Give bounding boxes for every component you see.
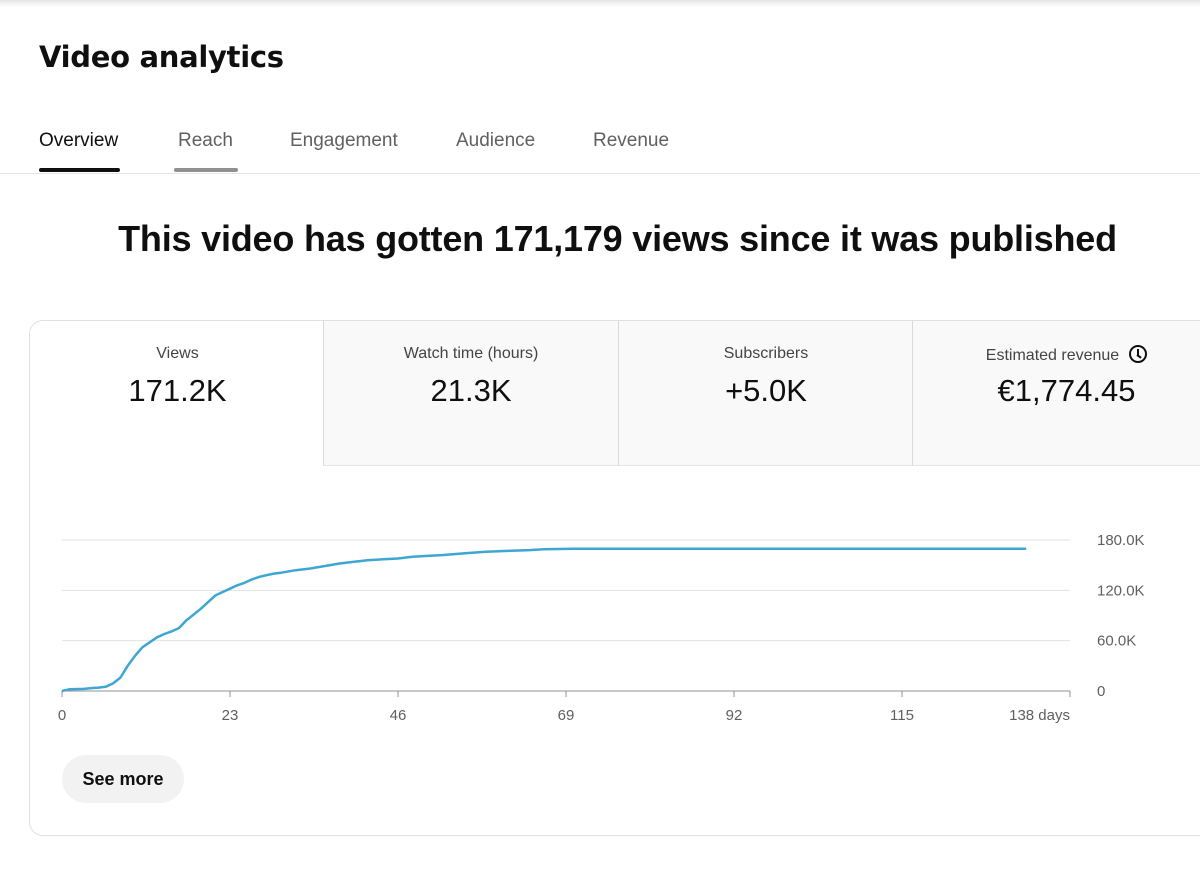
x-axis-ticks: 0 23 46 69 92 115 138 days [58,691,1071,724]
tab-hover-indicator [174,168,238,172]
tab-active-indicator [39,168,120,172]
y-tick-label: 60.0K [1097,633,1136,650]
x-tick-label: 138 days [1009,707,1070,724]
chart-series [61,547,1027,693]
x-tick-label: 115 [890,707,914,724]
top-shadow-divider [0,0,1200,7]
views-series-line[interactable] [61,547,1027,693]
y-axis-ticks: 0 60.0K 120.0K 180.0K [1097,532,1145,700]
x-tick-label: 23 [222,707,239,724]
see-more-button[interactable]: See more [62,755,184,803]
tab-bar: Overview Reach Engagement Audience Reven… [0,112,1200,174]
x-tick-label: 69 [558,707,575,724]
tab-overview[interactable]: Overview [39,130,118,152]
x-tick-label: 92 [726,707,743,724]
y-tick-label: 120.0K [1097,582,1145,599]
views-headline: This video has gotten 171,179 views sinc… [118,218,1117,259]
y-tick-label: 180.0K [1097,532,1145,549]
views-line-chart: 0 60.0K 120.0K 180.0K 0 23 46 69 92 115 138 days [58,532,1145,724]
chart-grid [62,539,1070,692]
analytics-card: Views 171.2K Watch time (hours) 21.3K Su… [29,320,1200,836]
x-tick-label: 0 [58,707,66,724]
tab-audience[interactable]: Audience [456,130,535,152]
y-tick-label: 0 [1097,683,1105,700]
tab-revenue[interactable]: Revenue [593,130,669,152]
page-title: Video analytics [39,40,284,74]
x-tick-label: 46 [390,707,407,724]
tab-engagement[interactable]: Engagement [290,130,398,152]
tab-reach[interactable]: Reach [178,130,233,152]
